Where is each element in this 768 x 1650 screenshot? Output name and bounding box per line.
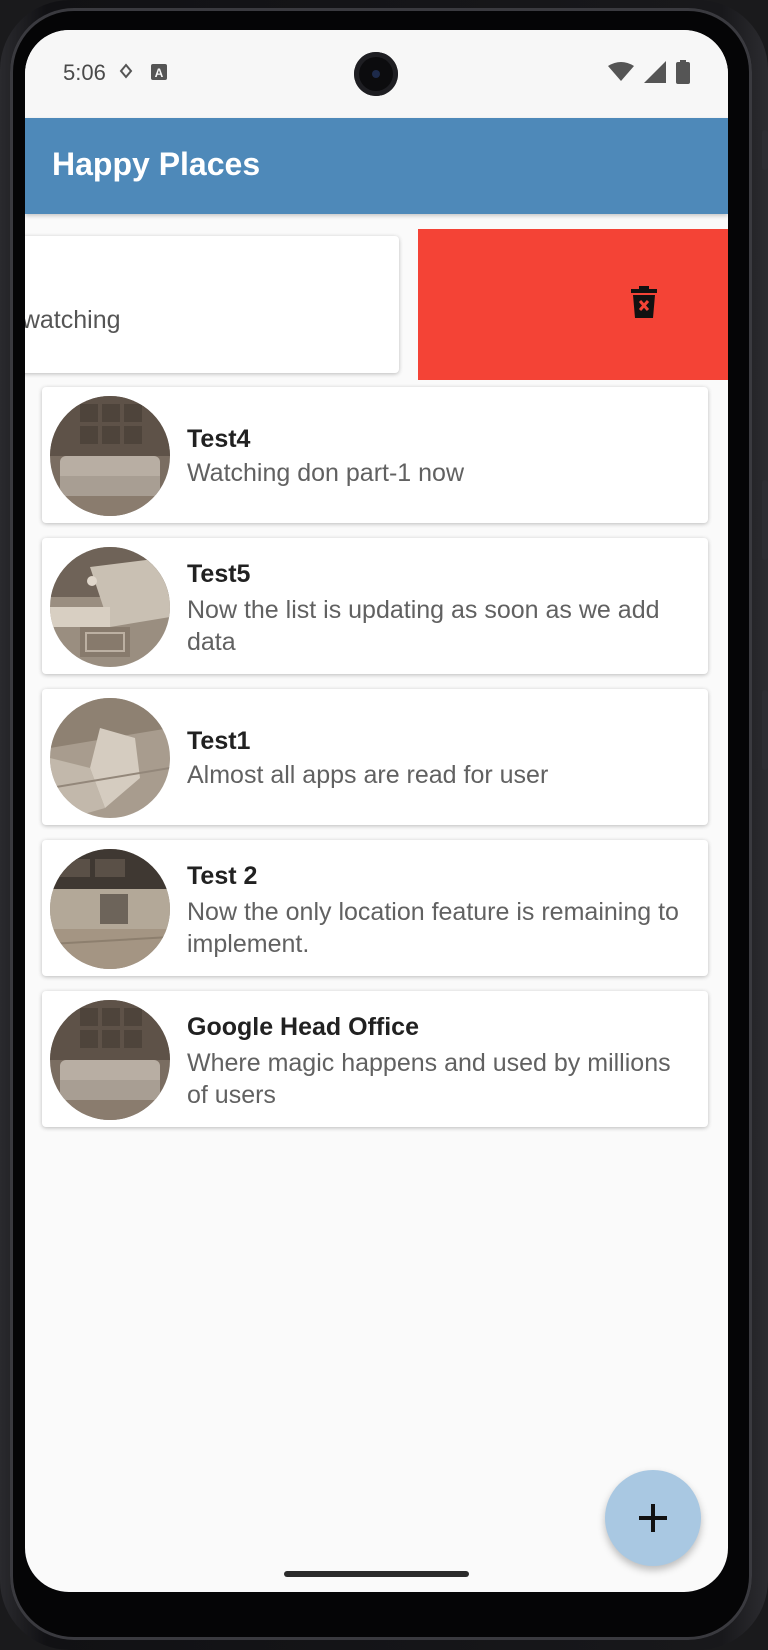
app-bar: Happy Places [25, 118, 728, 214]
place-image [50, 698, 170, 818]
place-description: Now the only location feature is remaini… [187, 898, 679, 958]
place-title: Test 2 [187, 862, 258, 890]
status-time: 5:06 [63, 60, 106, 85]
signal-icon [644, 61, 666, 83]
battery-icon [676, 60, 690, 84]
place-description: Where magic happens and used by millions… [187, 1049, 671, 1109]
place-image [50, 1000, 170, 1120]
place-title: Test5 [187, 560, 251, 588]
list-item[interactable]: Test5 Now the list is updating as soon a… [42, 538, 708, 674]
wifi-icon [608, 62, 634, 81]
side-button [762, 480, 768, 560]
front-camera [354, 52, 398, 96]
place-description: Watching don part-1 now [187, 459, 465, 487]
place-title: Test4 [187, 425, 251, 453]
list-item[interactable]: Test1 Almost all apps are read for user [42, 689, 708, 825]
screen: 5:06 A Happy Places watching Test4 Watch… [25, 30, 728, 1592]
swipe-delete-background[interactable] [418, 229, 728, 380]
sofa-room-photo [50, 547, 170, 667]
plus-icon [639, 1504, 667, 1532]
home-indicator[interactable] [284, 1571, 469, 1577]
app-title: Happy Places [52, 146, 261, 182]
place-description: Now the list is updating as soon as we a… [187, 596, 660, 656]
data-saver-icon [119, 63, 133, 79]
list-item[interactable]: Google Head Office Where magic happens a… [42, 991, 708, 1127]
delete-icon[interactable] [631, 286, 657, 318]
kitchen-photo [50, 849, 170, 969]
status-icons [608, 60, 690, 84]
phone-frame: 5:06 A Happy Places watching Test4 Watch… [0, 0, 768, 1650]
place-description: Almost all apps are read for user [187, 761, 549, 789]
place-title: Test1 [187, 727, 251, 755]
swiped-list-item[interactable]: e watching [25, 236, 399, 373]
list-item[interactable]: Test4 Watching don part-1 now [42, 387, 708, 523]
floor-photo [50, 698, 170, 818]
svg-text:A: A [155, 66, 164, 80]
add-place-button[interactable] [605, 1470, 701, 1566]
status-bar: 5:06 A [25, 30, 728, 118]
place-image [50, 396, 170, 516]
place-image [50, 547, 170, 667]
living-room-photo [50, 1000, 170, 1120]
place-image [50, 849, 170, 969]
font-notification-icon: A [151, 64, 167, 80]
living-room-photo [50, 396, 170, 516]
place-title: Google Head Office [187, 1013, 419, 1041]
side-button [762, 690, 768, 770]
swiped-item-description: e watching [25, 306, 121, 334]
side-button [762, 130, 768, 170]
list-item[interactable]: Test 2 Now the only location feature is … [42, 840, 708, 976]
